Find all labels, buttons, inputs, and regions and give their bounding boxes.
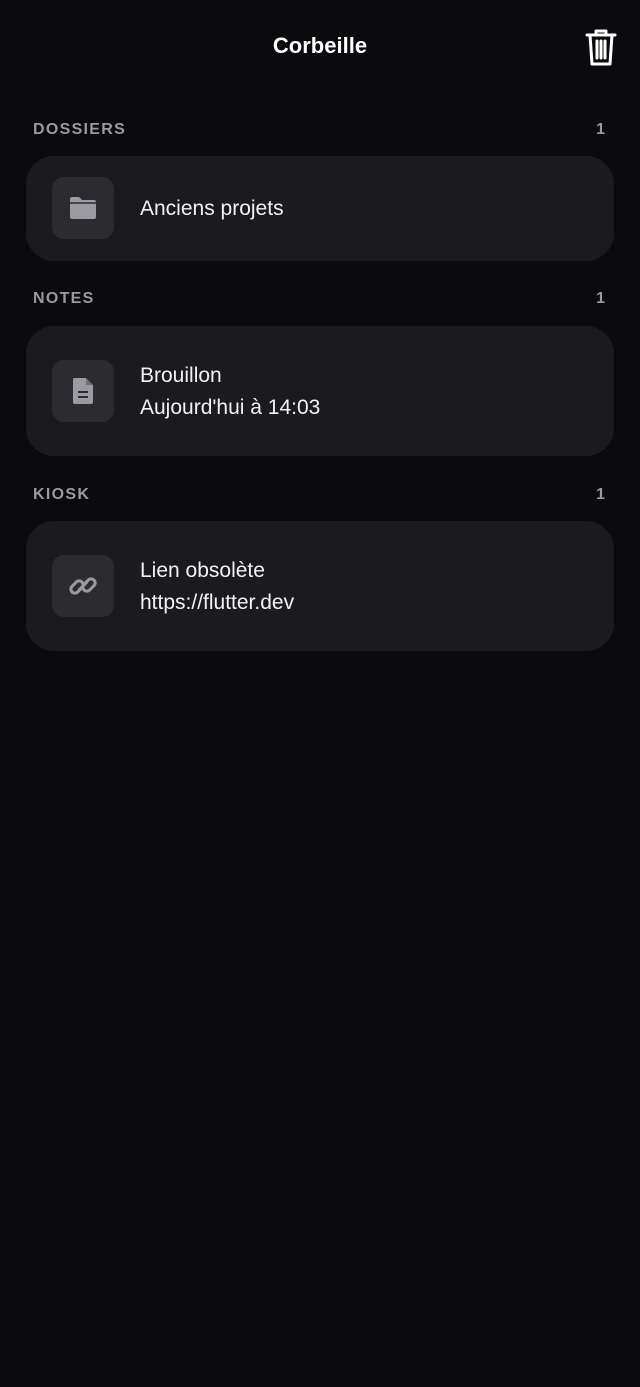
trash-icon (585, 29, 617, 66)
trash-item-folder[interactable]: Anciens projets (26, 156, 614, 261)
folder-icon (70, 197, 96, 219)
section-title: KIOSK (33, 486, 91, 503)
item-text: Brouillon Aujourd'hui à 14:03 (140, 360, 590, 424)
link-icon (69, 577, 97, 595)
item-title: Lien obsolète (140, 559, 265, 582)
section-title: DOSSIERS (33, 121, 127, 138)
section-count: 1 (596, 290, 605, 307)
item-title: Anciens projets (140, 197, 284, 220)
section-header-kiosk: KIOSK 1 (33, 483, 607, 507)
trash-item-note[interactable]: Brouillon Aujourd'hui à 14:03 (26, 326, 614, 456)
item-subtitle: Aujourd'hui à 14:03 (140, 396, 321, 419)
item-subtitle: https://flutter.dev (140, 591, 295, 614)
section-title: NOTES (33, 290, 95, 307)
item-icon-box (52, 360, 114, 422)
trash-item-link[interactable]: Lien obsolète https://flutter.dev (26, 521, 614, 651)
item-icon-box (52, 177, 114, 239)
item-title: Brouillon (140, 364, 222, 387)
section-header-dossiers: DOSSIERS 1 (33, 118, 607, 142)
item-text: Anciens projets (140, 193, 590, 225)
item-text: Lien obsolète https://flutter.dev (140, 555, 590, 619)
section-count: 1 (596, 121, 605, 138)
document-icon (73, 378, 93, 404)
section-header-notes: NOTES 1 (33, 287, 607, 311)
item-icon-box (52, 555, 114, 617)
app-bar: Corbeille (0, 0, 640, 92)
section-count: 1 (596, 486, 605, 503)
page-title: Corbeille (272, 33, 368, 58)
empty-trash-button[interactable] (578, 24, 624, 70)
